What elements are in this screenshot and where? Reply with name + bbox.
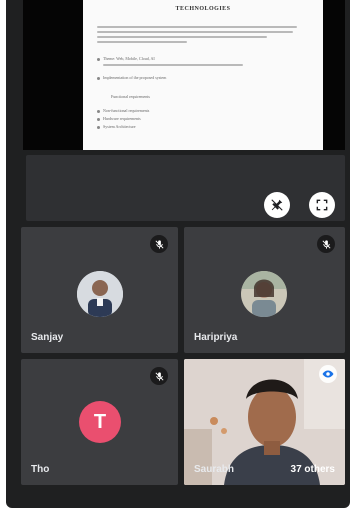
mic-off-icon (155, 371, 163, 381)
others-count[interactable]: 37 others (291, 464, 335, 475)
participant-name: Sanjay (31, 332, 64, 343)
text-line (97, 41, 187, 43)
mic-off-button[interactable] (150, 367, 168, 385)
avatar: T (79, 401, 121, 443)
fullscreen-icon (316, 199, 328, 211)
eye-icon (322, 370, 334, 378)
shared-document: TECHNOLOGIES Theme: Web, Mobile, Cloud, … (83, 0, 323, 150)
text-line (97, 31, 293, 33)
mic-off-button[interactable] (317, 235, 335, 253)
bullet-text: Implementation of the proposed system (103, 75, 167, 80)
presentation-stage[interactable]: TECHNOLOGIES Theme: Web, Mobile, Cloud, … (23, 0, 345, 150)
participant-video-tile[interactable]: Saurabh 37 others (184, 359, 345, 485)
text-line (103, 64, 243, 66)
presentation-controls (26, 155, 345, 221)
mic-off-icon (322, 239, 330, 249)
participant-name: Haripriya (194, 332, 238, 343)
bullet-text: Hardware requirements (103, 116, 141, 121)
participant-name: Tho (31, 464, 50, 475)
bullet (97, 118, 100, 121)
participant-name: Saurabh (194, 464, 235, 475)
bullet-text: Theme: Web, Mobile, Cloud, AI (103, 56, 155, 61)
avatar (77, 271, 123, 317)
bullet-text: Functional requirements (111, 94, 150, 99)
visibility-button[interactable] (319, 365, 337, 383)
pin-off-icon (271, 199, 283, 211)
bullet (97, 77, 100, 80)
bullet (97, 126, 100, 129)
unpin-button[interactable] (264, 192, 290, 218)
mic-off-button[interactable] (150, 235, 168, 253)
mic-off-icon (155, 239, 163, 249)
text-line (97, 26, 297, 28)
bullet-text: System Architecture (103, 124, 136, 129)
fullscreen-button[interactable] (309, 192, 335, 218)
bullet (97, 110, 100, 113)
document-title: TECHNOLOGIES (175, 6, 231, 12)
participant-tile[interactable]: Sanjay (21, 227, 178, 353)
participant-tile[interactable]: Haripriya (184, 227, 345, 353)
bullet (97, 58, 100, 61)
meeting-window: TECHNOLOGIES Theme: Web, Mobile, Cloud, … (6, 0, 350, 508)
text-line (97, 36, 267, 38)
avatar (241, 271, 287, 317)
bullet-text: Non-functional requirements (103, 108, 150, 113)
participant-tile[interactable]: T Tho (21, 359, 178, 485)
